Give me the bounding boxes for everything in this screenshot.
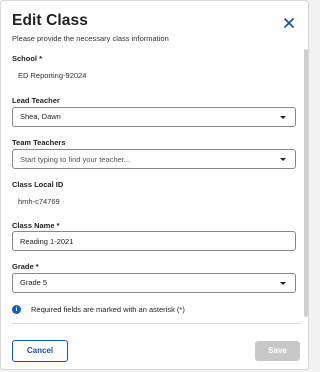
lead-teacher-value: Shea, Dawn — [20, 112, 61, 121]
chevron-down-icon — [280, 116, 286, 119]
info-icon: i — [12, 304, 21, 314]
grade-value: Grade 5 — [20, 278, 48, 287]
cancel-button[interactable]: Cancel — [12, 340, 68, 362]
class-local-id-value: hmh-c74769 — [18, 197, 60, 206]
team-teachers-combobox[interactable] — [12, 149, 296, 169]
dialog-title: Edit Class — [12, 12, 88, 29]
required-fields-note: i Required fields are marked with an ast… — [12, 303, 185, 315]
required-fields-text: Required fields are marked with an aster… — [31, 304, 185, 314]
chevron-down-icon — [280, 158, 286, 161]
school-label: School * — [12, 54, 43, 63]
save-button[interactable]: Save — [255, 341, 300, 361]
scrollbar-thumb[interactable] — [304, 49, 308, 317]
dialog-subtitle: Please provide the necessary class infor… — [12, 34, 169, 43]
footer-divider — [12, 323, 302, 324]
form-scrollbar[interactable] — [304, 49, 308, 317]
lead-teacher-label: Lead Teacher — [12, 96, 60, 105]
grade-select[interactable]: Grade 5 — [12, 273, 296, 293]
chevron-down-icon — [280, 282, 286, 285]
team-teachers-input[interactable] — [13, 150, 295, 168]
school-value: ED Reporting-92024 — [18, 71, 87, 80]
team-teachers-label: Team Teachers — [12, 138, 66, 147]
class-name-input[interactable] — [13, 232, 295, 250]
edit-class-dialog: Edit Class Please provide the necessary … — [0, 0, 309, 370]
lead-teacher-select[interactable]: Shea, Dawn — [12, 107, 296, 127]
class-local-id-label: Class Local ID — [12, 180, 64, 189]
form-scroll-area[interactable]: School * ED Reporting-92024 Lead Teacher… — [1, 47, 308, 323]
close-icon[interactable] — [282, 16, 296, 30]
grade-label: Grade * — [12, 262, 39, 271]
class-name-field[interactable] — [12, 231, 296, 251]
class-name-label: Class Name * — [12, 221, 60, 230]
